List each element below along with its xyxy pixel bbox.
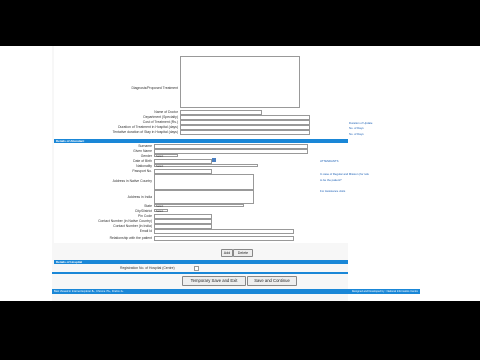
address-home-textarea[interactable] bbox=[154, 174, 254, 190]
treatment-cost-label: Cost of Treatment (Rs.) bbox=[142, 120, 178, 124]
passport-label: Passport No. bbox=[132, 169, 152, 173]
attendants-title: ATTENDANTS bbox=[320, 159, 339, 163]
hospital-reg-input[interactable] bbox=[194, 266, 199, 271]
note-1: In case of Regular and Mission (for refe bbox=[320, 172, 369, 176]
footer-left-text: Best Viewed in Internet Explorer 8+, Chr… bbox=[54, 290, 124, 293]
patient-details-section: Diagnosis/Proposed Treatment Name of Doc… bbox=[54, 46, 348, 142]
surname-label: Surname bbox=[138, 144, 152, 148]
department-label: Department (Specialty) bbox=[143, 115, 178, 119]
doctor-name-label: Name of Doctor bbox=[154, 110, 178, 114]
hospital-reg-label: Registration No. of Hospital (Centre) bbox=[120, 266, 175, 270]
temporary-save-exit-button[interactable]: Temporary Save and Exit bbox=[182, 276, 246, 286]
city-select[interactable]: Select bbox=[154, 209, 168, 213]
tentative-stay-label: Tentative duration of Stay in Hospital (… bbox=[112, 130, 178, 134]
email-label: Email Id bbox=[139, 229, 152, 233]
contact-india-label: Contact Number (in India) bbox=[113, 224, 152, 228]
email-input[interactable] bbox=[154, 229, 294, 234]
duration-label: Duration of Treatment in Hospital (days) bbox=[118, 125, 178, 129]
page-footer: Best Viewed in Internet Explorer 8+, Chr… bbox=[52, 289, 420, 294]
info-sidebar: Duration of Update No. of Days No. of Da… bbox=[320, 46, 420, 301]
gender-select[interactable]: Select bbox=[154, 154, 178, 158]
save-continue-button[interactable]: Save and Continue bbox=[247, 276, 297, 286]
tentative-stay-input[interactable] bbox=[180, 130, 310, 135]
relation-label: Relationship with the patient bbox=[109, 236, 152, 240]
contact-native-label: Contact Number (in Native Country) bbox=[98, 219, 152, 223]
note-3: For Assistance visits bbox=[320, 189, 346, 193]
attendant-section: Surname Given Name Gender Select Date of… bbox=[54, 143, 348, 243]
address-india-textarea[interactable] bbox=[154, 190, 254, 204]
diagnosis-textarea[interactable] bbox=[180, 56, 300, 108]
diagnosis-label: Diagnosis/Proposed Treatment bbox=[131, 86, 178, 90]
browser-viewport: Diagnosis/Proposed Treatment Name of Doc… bbox=[0, 46, 480, 301]
note-2: to be the patient? bbox=[320, 178, 342, 182]
days-note-2: No. of Days bbox=[349, 132, 364, 136]
calendar-icon[interactable] bbox=[212, 158, 216, 162]
delete-attendant-button[interactable]: Delete bbox=[233, 249, 253, 257]
state-label: State bbox=[144, 204, 152, 208]
duration-title: Duration of Update bbox=[349, 121, 373, 125]
footer-right-text: Designed and Developed by : National Inf… bbox=[351, 290, 418, 293]
nationality-select[interactable]: Select bbox=[154, 164, 258, 168]
gender-label: Gender bbox=[140, 154, 152, 158]
address-home-label: Address in Native Country bbox=[112, 179, 152, 183]
days-note-1: No. of Days bbox=[349, 126, 364, 130]
add-attendant-button[interactable]: Add bbox=[221, 249, 233, 257]
address-india-label: Address in India bbox=[127, 195, 152, 199]
given-name-label: Given Name bbox=[133, 149, 152, 153]
state-select[interactable]: Select bbox=[154, 204, 244, 208]
city-label: City/District bbox=[134, 209, 152, 213]
nationality-label: Nationality bbox=[136, 164, 152, 168]
dob-label: Date of Birth bbox=[133, 159, 152, 163]
pincode-label: Pin Code bbox=[138, 214, 152, 218]
relation-input[interactable] bbox=[154, 236, 294, 241]
